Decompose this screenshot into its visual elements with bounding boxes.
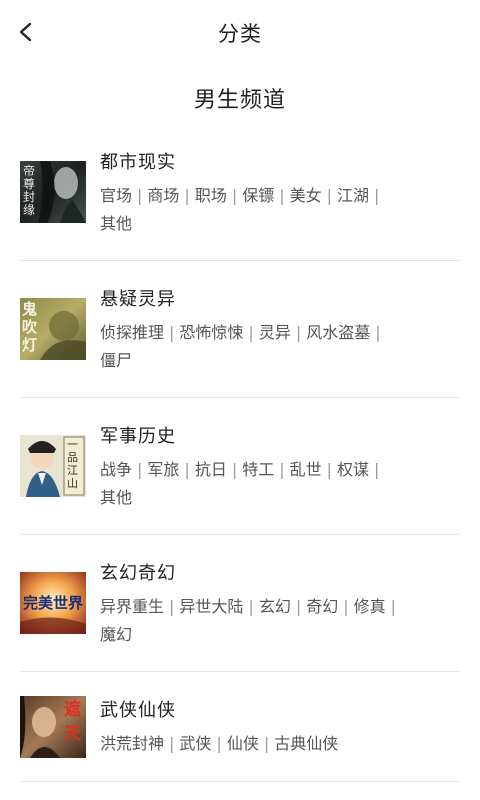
category-name[interactable]: 军事历史 [100, 422, 176, 448]
tag-separator: | [326, 460, 333, 479]
tag-link[interactable]: 其他 [100, 214, 132, 233]
channel-title: 男生频道 [193, 88, 286, 113]
category-cover-fantasy[interactable]: 完美世界 [20, 572, 86, 634]
tag-link[interactable]: 仙侠 [227, 734, 259, 753]
category-cover-mystery[interactable]: 鬼吹灯 [20, 298, 86, 360]
category-cover-military-history[interactable]: 一品江山 [20, 435, 86, 497]
tag-separator: | [263, 734, 270, 753]
tag-link[interactable]: 官场 [100, 186, 132, 205]
tag-link[interactable]: 战争 [100, 460, 132, 479]
category-row-mystery[interactable]: 鬼吹灯 悬疑灵异 侦探推理 | 恐怖惊悚 | 灵异 | 风水盗墓 | 僵尸 [20, 261, 460, 398]
tag-link[interactable]: 权谋 [337, 460, 369, 479]
tag-separator: | [169, 323, 175, 342]
tag-link[interactable]: 灵异 [259, 323, 291, 342]
tag-separator: | [390, 597, 397, 616]
tag-link[interactable]: 玄幻 [259, 597, 291, 616]
tag-link[interactable]: 异界重生 [100, 597, 164, 616]
tag-separator: | [248, 323, 254, 342]
tag-separator: | [184, 460, 190, 479]
category-name[interactable]: 悬疑灵异 [100, 285, 176, 311]
tag-link[interactable]: 其他 [100, 488, 132, 507]
category-name[interactable]: 玄幻奇幻 [100, 559, 176, 585]
tag-link[interactable]: 风水盗墓 [306, 323, 370, 342]
tag-link[interactable]: 奇幻 [306, 597, 338, 616]
category-tags: 异界重生 | 异世大陆 | 玄幻 | 奇幻 | 修真 | 魔幻 [100, 593, 440, 649]
tag-link[interactable]: 职场 [195, 186, 227, 205]
tag-link[interactable]: 武侠 [179, 734, 211, 753]
category-tags: 洪荒封神 | 武侠 | 仙侠 | 古典仙侠 [100, 730, 440, 758]
tag-separator: | [326, 186, 333, 205]
tag-link[interactable]: 异世大陆 [179, 597, 243, 616]
category-list: 帝尊封缘 都市现实 官场 | 商场 | 职场 | 保镖 | 美女 | 江湖 | 其他 鬼吹灯 [0, 124, 480, 782]
tag-separator: | [231, 186, 238, 205]
category-row-fantasy[interactable]: 完美世界 玄幻奇幻 异界重生 | 异世大陆 | 玄幻 | 奇幻 | 修真 | 魔幻 [20, 535, 460, 672]
tag-link[interactable]: 僵尸 [100, 351, 132, 370]
tag-separator: | [137, 186, 143, 205]
tag-link[interactable]: 抗日 [195, 460, 227, 479]
tag-link[interactable]: 乱世 [290, 460, 322, 479]
category-cover-wuxia[interactable]: 遮天 [20, 696, 86, 758]
tag-link[interactable]: 军旅 [147, 460, 179, 479]
category-row-military-history[interactable]: 一品江山 军事历史 战争 | 军旅 | 抗日 | 特工 | 乱世 | 权谋 | 其他 [20, 398, 460, 535]
tag-link[interactable]: 保镖 [242, 186, 274, 205]
tag-separator: | [295, 597, 302, 616]
tag-separator: | [295, 323, 302, 342]
tag-separator: | [279, 460, 285, 479]
tag-separator: | [374, 460, 380, 479]
tag-link[interactable]: 商场 [147, 186, 179, 205]
category-name[interactable]: 武侠仙侠 [100, 696, 176, 722]
tag-separator: | [231, 460, 238, 479]
tag-link[interactable]: 美女 [290, 186, 322, 205]
tag-separator: | [169, 597, 175, 616]
tag-separator: | [375, 323, 381, 342]
category-row-wuxia[interactable]: 遮天 武侠仙侠 洪荒封神 | 武侠 | 仙侠 | 古典仙侠 [20, 672, 460, 782]
tag-separator: | [137, 460, 143, 479]
category-tags: 侦探推理 | 恐怖惊悚 | 灵异 | 风水盗墓 | 僵尸 [100, 319, 440, 375]
tag-link[interactable]: 侦探推理 [100, 323, 164, 342]
category-name[interactable]: 都市现实 [100, 148, 176, 174]
category-row-urban[interactable]: 帝尊封缘 都市现实 官场 | 商场 | 职场 | 保镖 | 美女 | 江湖 | 其他 [20, 124, 460, 261]
tag-separator: | [169, 734, 175, 753]
category-tags: 官场 | 商场 | 职场 | 保镖 | 美女 | 江湖 | 其他 [100, 182, 440, 238]
tag-link[interactable]: 洪荒封神 [100, 734, 164, 753]
tag-separator: | [248, 597, 254, 616]
category-tags: 战争 | 军旅 | 抗日 | 特工 | 乱世 | 权谋 | 其他 [100, 456, 440, 512]
tag-separator: | [374, 186, 380, 205]
tag-link[interactable]: 江湖 [337, 186, 369, 205]
tag-link[interactable]: 特工 [242, 460, 274, 479]
page-title: 分类 [218, 22, 262, 46]
tag-link[interactable]: 魔幻 [100, 625, 132, 644]
tag-separator: | [343, 597, 349, 616]
tag-separator: | [216, 734, 222, 753]
top-bar: 分类 [0, 0, 480, 64]
tag-separator: | [279, 186, 285, 205]
tag-link[interactable]: 恐怖惊悚 [179, 323, 243, 342]
tag-link[interactable]: 修真 [354, 597, 386, 616]
category-cover-urban[interactable]: 帝尊封缘 [20, 161, 86, 223]
tag-link[interactable]: 古典仙侠 [274, 734, 338, 753]
tag-separator: | [184, 186, 190, 205]
